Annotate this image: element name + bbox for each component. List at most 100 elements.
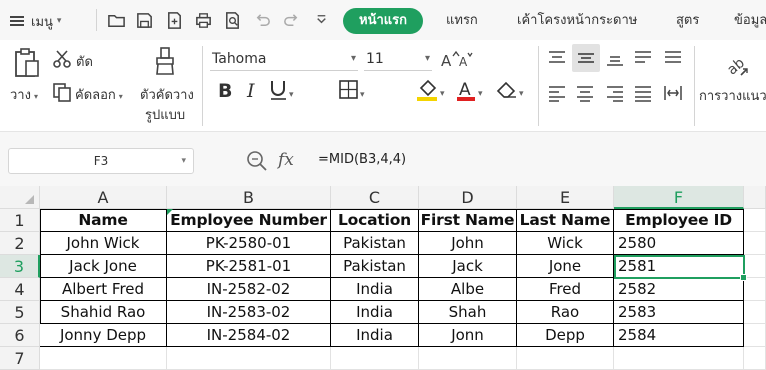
column-header-f[interactable]: F [614, 186, 744, 209]
row-header-3[interactable]: 3 [0, 255, 40, 278]
copy-button[interactable]: คัดลอก ▾ [75, 84, 123, 105]
header-cell[interactable]: Last Name [517, 209, 614, 232]
empty-cell[interactable] [419, 347, 517, 370]
table-cell[interactable]: 2582 [614, 278, 744, 301]
font-size-select[interactable]: 11 ▾ [364, 49, 432, 71]
align-top-icon[interactable] [545, 46, 569, 70]
main-menu-button[interactable]: เมนู ▾ [10, 11, 61, 31]
table-cell[interactable]: Jone [517, 255, 614, 278]
row-header-4[interactable]: 4 [0, 278, 40, 301]
italic-icon[interactable]: I [244, 78, 262, 102]
formula-input[interactable]: =MID(B3,4,4) [318, 152, 406, 167]
undo-icon[interactable] [252, 10, 272, 30]
align-middle-icon[interactable] [572, 44, 600, 72]
format-painter-icon[interactable] [152, 45, 178, 77]
format-painter-label-2[interactable]: รูปแบบ [145, 104, 185, 125]
orientation-label[interactable]: การวางแนว [699, 85, 766, 106]
tab-page-layout[interactable]: เค้าโครงหน้ากระดาษ [517, 10, 637, 32]
font-color-icon[interactable]: A ▾ [455, 78, 487, 102]
header-cell[interactable]: Location [331, 209, 419, 232]
print-icon[interactable] [193, 10, 213, 30]
cut-icon[interactable] [52, 49, 72, 69]
table-cell[interactable]: Shah [419, 301, 517, 324]
align-center-icon[interactable] [573, 81, 597, 105]
empty-cell[interactable] [167, 347, 331, 370]
row-header-6[interactable]: 6 [0, 324, 40, 347]
empty-cell[interactable] [744, 232, 766, 255]
table-cell[interactable]: Pakistan [331, 255, 419, 278]
tab-insert[interactable]: แทรก [446, 10, 478, 32]
table-cell[interactable]: Albert Fred [40, 278, 167, 301]
tab-formulas[interactable]: สูตร [676, 10, 699, 32]
empty-cell[interactable] [331, 347, 419, 370]
table-cell[interactable]: 2580 [614, 232, 744, 255]
empty-cell[interactable] [614, 347, 744, 370]
column-header-c[interactable]: C [331, 186, 419, 209]
table-cell[interactable]: IN-2582-02 [167, 278, 331, 301]
align-bottom-icon[interactable] [603, 46, 627, 70]
bold-icon[interactable]: B [215, 78, 235, 102]
table-cell[interactable]: Albe [419, 278, 517, 301]
table-cell[interactable]: IN-2583-02 [167, 301, 331, 324]
empty-cell[interactable] [744, 255, 766, 278]
column-header-a[interactable]: A [40, 186, 167, 209]
empty-cell[interactable] [517, 347, 614, 370]
paste-icon[interactable] [12, 46, 42, 80]
align-justify-top-icon[interactable] [631, 46, 655, 70]
distributed-icon[interactable] [661, 81, 685, 105]
column-header-d[interactable]: D [419, 186, 517, 209]
table-cell[interactable]: India [331, 324, 419, 347]
customize-toolbar-icon[interactable] [311, 10, 331, 30]
orientation-icon[interactable]: ab [722, 50, 752, 80]
align-right-icon[interactable] [603, 81, 627, 105]
empty-cell[interactable] [744, 301, 766, 324]
open-folder-icon[interactable] [106, 10, 126, 30]
row-header-7[interactable]: 7 [0, 347, 40, 370]
justify-icon[interactable] [631, 81, 655, 105]
align-left-icon[interactable] [545, 81, 569, 105]
table-cell[interactable]: IN-2584-02 [167, 324, 331, 347]
tab-home[interactable]: หน้าแรก [343, 8, 423, 34]
insert-function-icon[interactable]: fx [278, 150, 294, 170]
row-header-5[interactable]: 5 [0, 301, 40, 324]
paste-button[interactable]: วาง ▾ [10, 84, 38, 105]
table-cell[interactable]: Jack [419, 255, 517, 278]
underline-icon[interactable]: ▾ [269, 78, 297, 102]
table-cell[interactable]: Depp [517, 324, 614, 347]
header-cell[interactable]: First Name [419, 209, 517, 232]
table-cell[interactable]: Pakistan [331, 232, 419, 255]
table-cell[interactable]: India [331, 278, 419, 301]
copy-icon[interactable] [52, 82, 72, 102]
header-cell[interactable]: Employee Number [167, 209, 331, 232]
column-header-e[interactable]: E [517, 186, 614, 209]
active-cell-outline[interactable] [614, 255, 747, 281]
empty-cell[interactable] [744, 347, 766, 370]
redo-icon[interactable] [281, 10, 301, 30]
table-cell[interactable]: Wick [517, 232, 614, 255]
clear-icon[interactable]: ▾ [494, 78, 528, 102]
select-all-corner[interactable] [0, 186, 40, 209]
fill-color-icon[interactable]: ▾ [415, 78, 449, 102]
row-header-2[interactable]: 2 [0, 232, 40, 255]
header-cell[interactable]: Employee ID [614, 209, 744, 232]
table-cell[interactable]: John Wick [40, 232, 167, 255]
table-cell[interactable]: Jonn [419, 324, 517, 347]
increase-font-icon[interactable]: AA [440, 50, 474, 70]
column-header-b[interactable]: B [167, 186, 331, 209]
row-header-1[interactable]: 1 [0, 209, 40, 232]
table-cell[interactable]: Jack Jone [40, 255, 167, 278]
borders-icon[interactable]: ▾ [338, 78, 368, 102]
table-cell[interactable]: Rao [517, 301, 614, 324]
table-cell[interactable]: 2583 [614, 301, 744, 324]
font-name-select[interactable]: Tahoma ▾ [210, 49, 358, 71]
tab-data[interactable]: ข้อมูล [734, 10, 766, 32]
format-painter-label[interactable]: ตัวคัดวาง [140, 84, 194, 105]
empty-cell[interactable] [40, 347, 167, 370]
table-cell[interactable]: Fred [517, 278, 614, 301]
table-cell[interactable]: 2584 [614, 324, 744, 347]
zoom-search-icon[interactable] [246, 150, 268, 176]
cut-button[interactable]: ตัด [76, 51, 93, 72]
table-cell[interactable]: India [331, 301, 419, 324]
table-cell[interactable]: Jonny Depp [40, 324, 167, 347]
column-header-g[interactable] [744, 186, 766, 209]
